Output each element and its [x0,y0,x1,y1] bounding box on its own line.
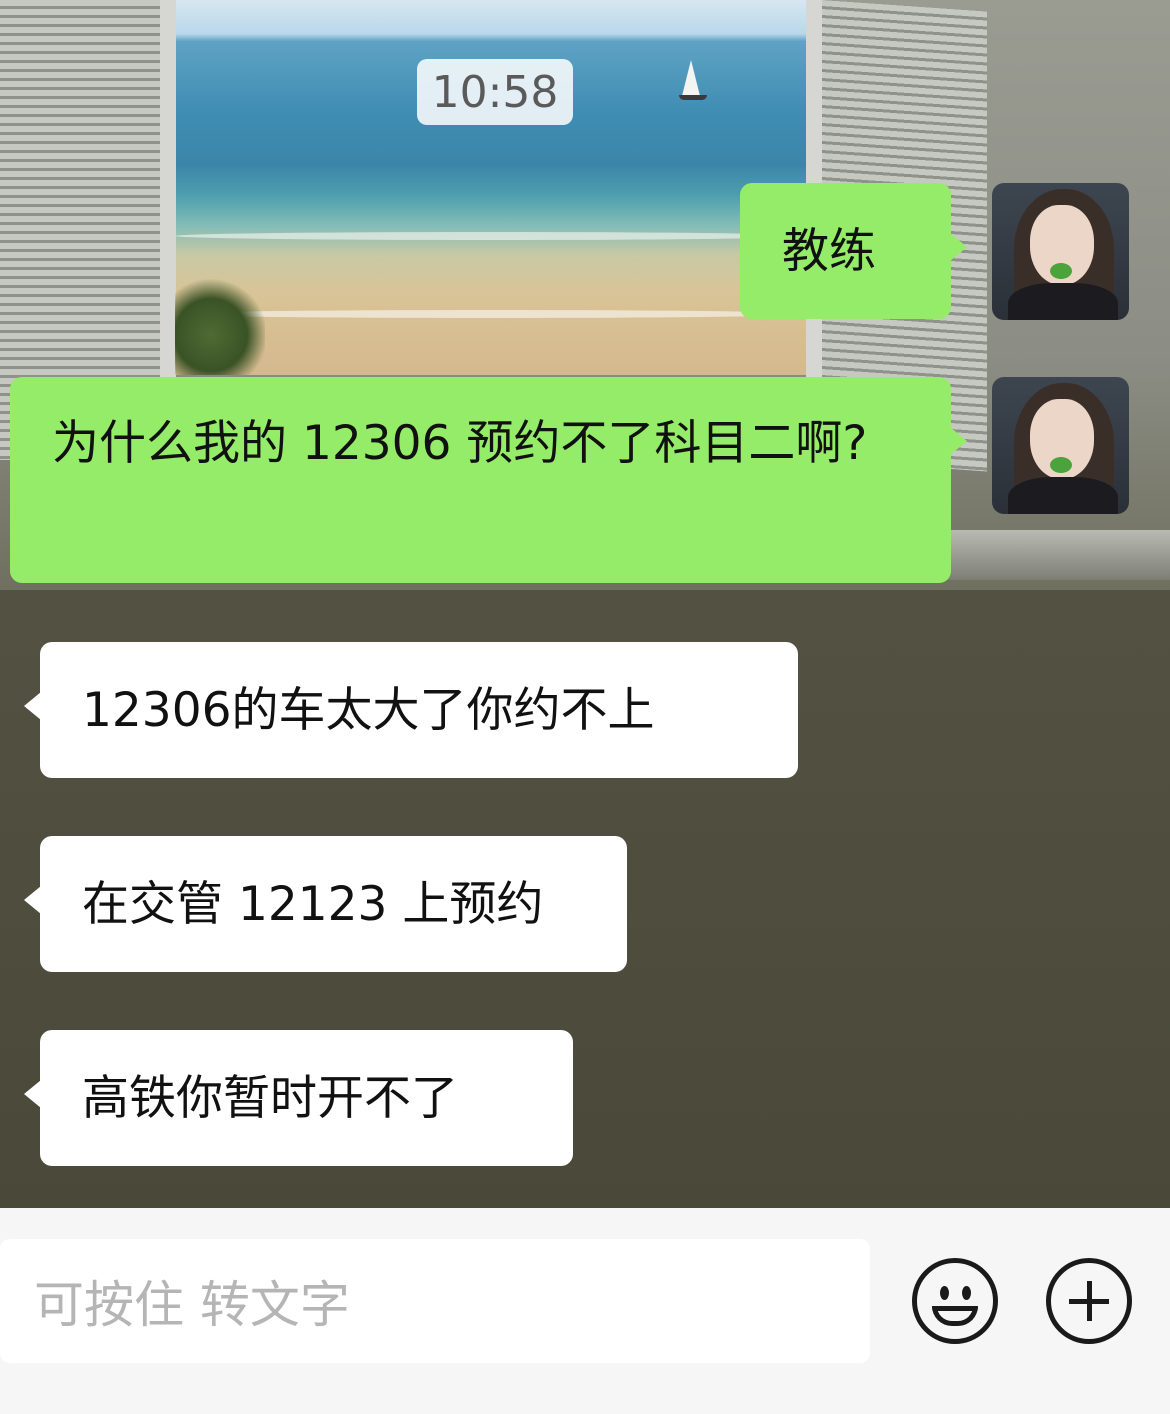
plus-vertical-bar [1087,1281,1092,1321]
sailboat-hull [679,95,707,100]
avatar-leaf [1050,263,1072,279]
wallpaper-wave [175,232,807,240]
sent-message-bubble[interactable]: 教练 [740,183,967,319]
received-message-bubble[interactable]: 在交管 12123 上预约 [24,836,627,972]
avatar-body [1008,477,1118,514]
received-message-bubble[interactable]: 12306的车太大了你约不上 [24,642,798,778]
avatar-body [1008,283,1118,320]
message-timestamp: 10:58 [417,59,573,125]
user-avatar[interactable] [992,183,1129,320]
emoji-eye-left [940,1286,949,1300]
emoji-mouth [932,1306,978,1326]
wallpaper-shrub [175,275,265,375]
wallpaper-ocean-view [175,0,807,375]
emoji-eye-right [962,1286,971,1300]
wallpaper-wave [175,310,807,318]
sent-message-bubble[interactable]: 为什么我的 12306 预约不了科目二啊? [10,377,967,583]
smiley-face-icon[interactable] [912,1258,998,1344]
plus-circle-icon[interactable] [1046,1258,1132,1344]
received-message-bubble[interactable]: 高铁你暂时开不了 [24,1030,573,1166]
window-frame-left [160,0,176,380]
hold-to-talk-input[interactable]: 可按住 转文字 [0,1239,870,1363]
sailboat-icon [682,60,700,96]
avatar-leaf [1050,457,1072,473]
user-avatar[interactable] [992,377,1129,514]
chat-background [0,0,1170,1208]
